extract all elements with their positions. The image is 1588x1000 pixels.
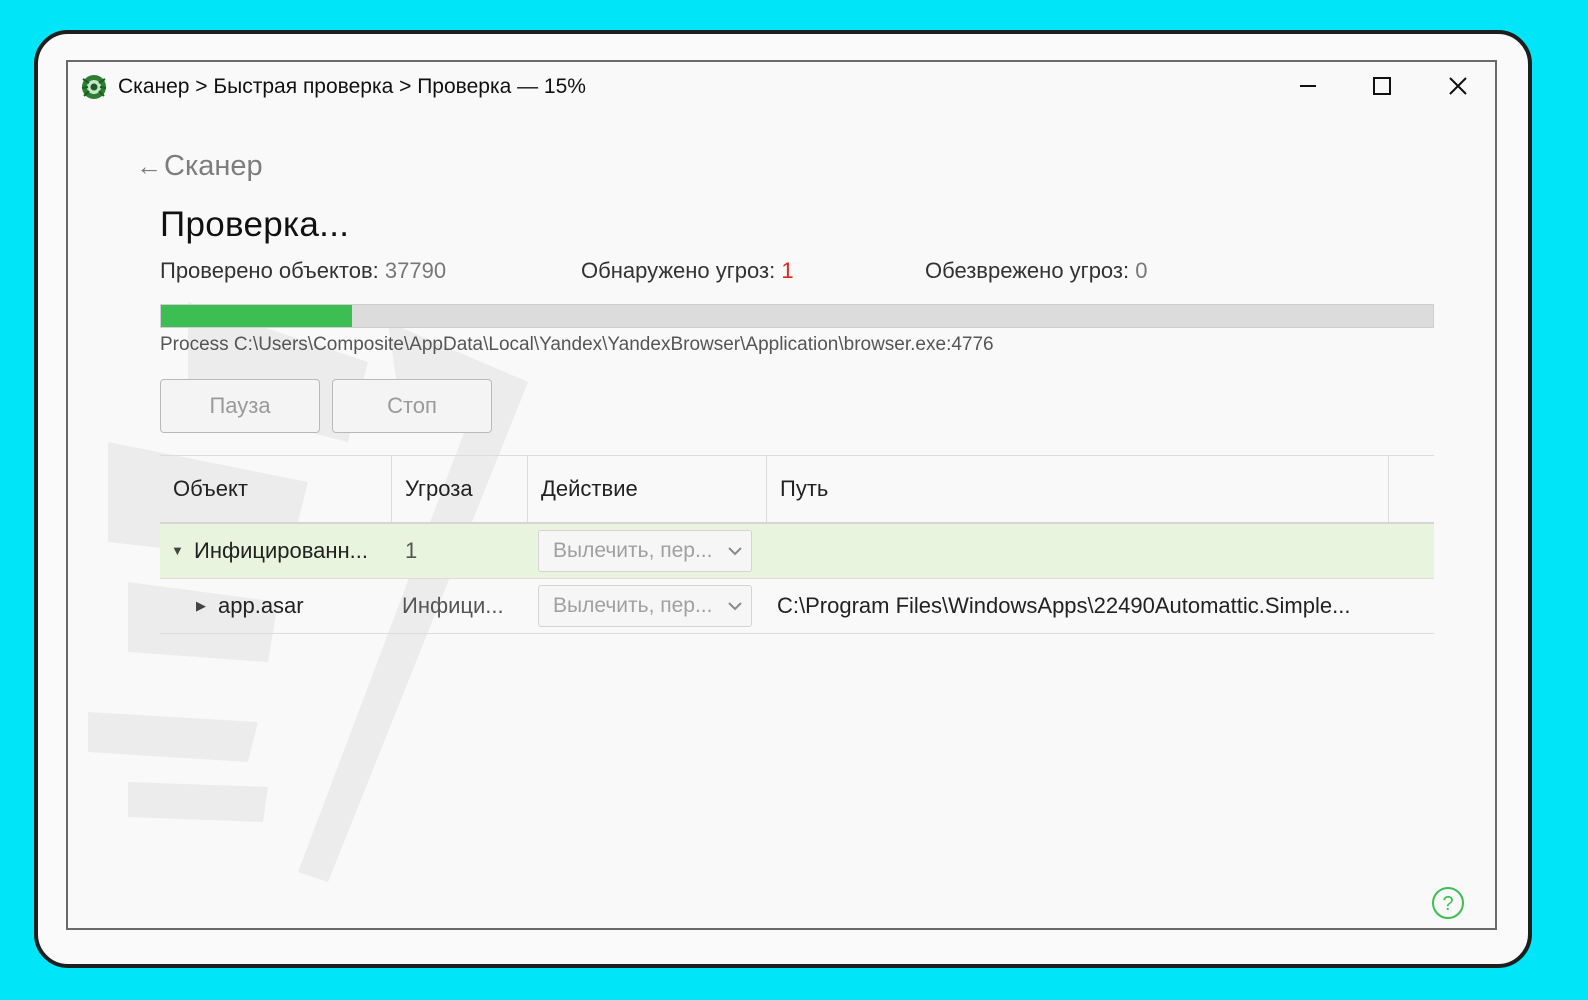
scan-progress-bar <box>160 304 1434 328</box>
row-threat: 1 <box>405 538 418 563</box>
row-threat: Инфици... <box>402 593 504 618</box>
spider-logo-icon <box>81 75 107 99</box>
page-title: Проверка... <box>160 205 350 244</box>
stop-button[interactable]: Стоп <box>332 379 492 433</box>
title-bar: Сканер > Быстрая проверка > Проверка — 1… <box>68 62 1495 112</box>
scanner-window: Сканер > Быстрая проверка > Проверка — 1… <box>66 60 1497 930</box>
row-path <box>777 524 1377 578</box>
action-select-value: Вылечить, пер... <box>553 594 713 617</box>
action-select[interactable]: Вылечить, пер... <box>538 585 752 627</box>
row-object: app.asar <box>218 593 304 618</box>
neutralized-threats-stat: Обезврежено угроз: 0 <box>925 258 1147 284</box>
minimize-icon <box>1300 85 1316 87</box>
table-header: Объект Угроза Действие Путь <box>160 455 1434 524</box>
svg-text:?: ? <box>1442 893 1453 915</box>
arrow-left-icon: ← <box>136 151 162 181</box>
back-to-scanner-link[interactable]: ←Сканер <box>136 150 263 183</box>
close-icon <box>1449 77 1467 95</box>
pause-button[interactable]: Пауза <box>160 379 320 433</box>
table-row[interactable]: ▼ Инфицированн... 1 Вылечить, пер... <box>160 524 1434 579</box>
found-threats-value: 1 <box>781 258 794 283</box>
current-process-path: Process C:\Users\Composite\AppData\Local… <box>160 334 994 355</box>
checked-objects-value: 37790 <box>384 258 447 283</box>
checked-objects-stat: Проверено объектов: 37790 <box>160 258 446 284</box>
minimize-button[interactable] <box>1288 68 1328 104</box>
help-icon[interactable]: ? <box>1431 886 1465 920</box>
column-header-path[interactable]: Путь <box>767 456 1389 522</box>
window-title: Сканер > Быстрая проверка > Проверка — 1… <box>118 75 586 98</box>
column-header-object[interactable]: Объект <box>160 456 392 522</box>
neutralized-threats-label: Обезврежено угроз: <box>925 258 1136 283</box>
neutralized-threats-value: 0 <box>1135 258 1148 283</box>
action-select-value: Вылечить, пер... <box>553 539 713 562</box>
found-threats-label: Обнаружено угроз: <box>581 258 782 283</box>
maximize-icon <box>1373 77 1391 95</box>
column-header-threat[interactable]: Угроза <box>392 456 528 522</box>
row-path: C:\Program Files\WindowsApps\22490Automa… <box>777 593 1351 618</box>
triangle-right-icon[interactable]: ▶ <box>196 579 206 633</box>
scan-progress-fill <box>161 305 352 327</box>
maximize-button[interactable] <box>1362 68 1402 104</box>
found-threats-stat: Обнаружено угроз: 1 <box>581 258 794 284</box>
threats-table: Объект Угроза Действие Путь ▼ Инфицирова… <box>160 455 1434 634</box>
chevron-down-icon <box>728 547 742 556</box>
close-button[interactable] <box>1438 68 1478 104</box>
chevron-down-icon <box>728 602 742 611</box>
table-row[interactable]: ▶ app.asar Инфици... Вылечить, пер... C:… <box>160 579 1434 634</box>
action-select[interactable]: Вылечить, пер... <box>538 530 752 572</box>
triangle-down-icon[interactable]: ▼ <box>171 524 184 578</box>
column-header-action[interactable]: Действие <box>528 456 767 522</box>
back-link-label: Сканер <box>164 150 263 182</box>
checked-objects-label: Проверено объектов: <box>160 258 385 283</box>
row-object: Инфицированн... <box>194 538 369 563</box>
